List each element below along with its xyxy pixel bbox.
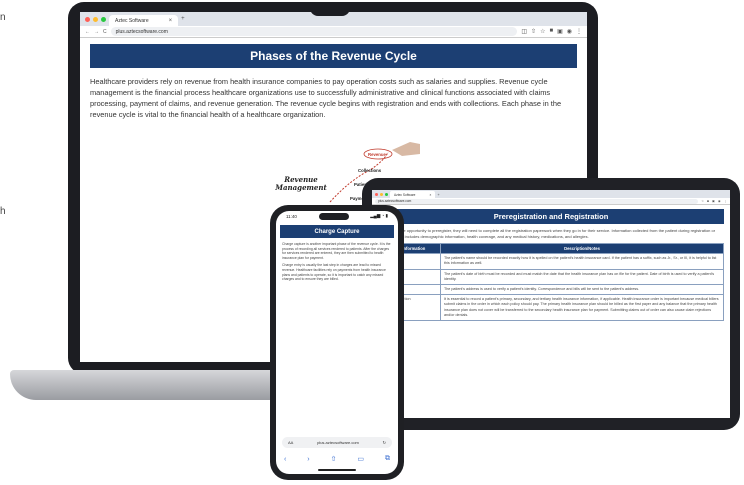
diagram-step: Revenue xyxy=(368,152,386,157)
window-close-dot[interactable] xyxy=(85,16,90,22)
page-paragraph: Charge entry is usually the last step in… xyxy=(282,263,386,282)
new-tab-icon[interactable]: + xyxy=(437,192,439,197)
forward-icon[interactable]: → xyxy=(94,29,99,35)
registration-info-table: ient Information Description/Notes The p… xyxy=(378,243,724,322)
profile-avatar-icon[interactable]: ◉ xyxy=(567,28,572,35)
reload-icon[interactable]: C xyxy=(103,29,107,35)
extension-icon[interactable]: ■ xyxy=(707,199,709,203)
close-icon[interactable]: × xyxy=(169,18,173,24)
table-row: The patient's address is used to verify … xyxy=(378,283,724,296)
phone-screen: 11:40 ▂▄▆ ◔ ▮ Charge Capture Charge capt… xyxy=(276,211,398,474)
table-cell-description: The patient's name should be recorded ex… xyxy=(440,253,724,270)
window-zoom-dot[interactable] xyxy=(101,16,106,22)
page-title: Charge Capture xyxy=(280,225,394,238)
menu-kebab-icon[interactable]: ⋮ xyxy=(576,28,582,35)
device-mockup-scene: n h Aztec Software × + ← → C plus.aztecs… xyxy=(0,0,744,485)
page-title: Preregistration and Registration xyxy=(378,209,724,224)
edge-text-fragment: h xyxy=(0,206,6,217)
browser-tab[interactable]: Aztec Software × xyxy=(390,191,436,198)
browser-tab-bar: Aztec Software × + xyxy=(372,190,730,198)
table-row: irth The patient's date of birth must be… xyxy=(378,268,724,286)
status-indicators-icon: ▂▄▆ ◔ ▮ xyxy=(370,213,388,218)
reader-mode-icon[interactable]: AA xyxy=(288,440,293,445)
share-icon[interactable]: ⇧ xyxy=(331,455,337,463)
forward-icon[interactable]: › xyxy=(307,456,309,463)
screen-icon[interactable]: ◫ xyxy=(521,28,527,35)
page-intro-paragraph: do not have the opportunity to preregist… xyxy=(378,228,716,239)
page-paragraph: Charge capture is another important phas… xyxy=(282,242,391,260)
window-minimize-dot[interactable] xyxy=(380,192,383,196)
diagram-title: Revenue Management xyxy=(275,175,327,192)
mobile-url-bar[interactable]: AA plus.aztecsoftware.com ↻ xyxy=(282,437,392,448)
browser-address-bar: plus.aztecsoftware.com ☆ ■ ▣ ◉ ⋮ xyxy=(372,198,730,205)
new-tab-icon[interactable]: + xyxy=(181,16,185,22)
table-row: The patient's name should be recorded ex… xyxy=(378,253,724,270)
mobile-browser-toolbar: ‹ › ⇧ ▭ ⧉ xyxy=(284,454,390,464)
table-cell-description: The patient's address is used to verify … xyxy=(440,283,724,296)
home-indicator xyxy=(318,469,356,471)
table-row: surance Plan tion It is essential to rec… xyxy=(378,294,724,322)
extension-icon[interactable]: ■ xyxy=(549,28,553,35)
url-input[interactable]: plus.aztecsoftware.com xyxy=(375,198,699,204)
table-cell-description: The patient's date of birth must be reco… xyxy=(440,268,724,286)
url-text: plus.aztecsoftware.com xyxy=(317,440,359,445)
url-text: plus.aztecsoftware.com xyxy=(115,28,168,35)
laptop-camera-notch xyxy=(310,2,350,16)
url-text: plus.aztecsoftware.com xyxy=(378,199,412,203)
share-icon[interactable]: ⇧ xyxy=(531,28,536,35)
browser-tab-title: Aztec Software xyxy=(394,192,416,197)
reload-icon[interactable]: ↻ xyxy=(383,440,386,445)
page-content: Charge capture is another important phas… xyxy=(282,242,392,282)
table-header-cell: Description/Notes xyxy=(440,243,724,255)
page-title: Phases of the Revenue Cycle xyxy=(90,44,577,68)
table-cell-description: It is essential to record a patient's pr… xyxy=(440,294,724,322)
phone-status-bar: 11:40 ▂▄▆ ◔ ▮ xyxy=(276,211,398,221)
tablet-screen: Aztec Software × + plus.aztecsoftware.co… xyxy=(372,190,730,418)
window-minimize-dot[interactable] xyxy=(93,16,98,22)
url-input[interactable]: plus.aztecsoftware.com xyxy=(110,27,518,36)
window-zoom-dot[interactable] xyxy=(385,192,388,196)
close-icon[interactable]: × xyxy=(429,193,431,197)
window-close-dot[interactable] xyxy=(375,192,378,196)
bookmark-star-icon[interactable]: ☆ xyxy=(540,28,545,35)
menu-kebab-icon[interactable]: ⋮ xyxy=(724,199,727,203)
diagram-step: Collections xyxy=(358,168,382,173)
sidebar-icon[interactable]: ▣ xyxy=(557,28,563,35)
edge-text-fragment: n xyxy=(0,12,6,23)
status-time: 11:40 xyxy=(286,213,297,219)
back-icon[interactable]: ‹ xyxy=(284,456,286,463)
profile-avatar-icon[interactable]: ◉ xyxy=(718,199,721,203)
browser-tab-title: Aztec Software xyxy=(115,17,149,24)
tabs-icon[interactable]: ⧉ xyxy=(385,455,390,463)
dynamic-island xyxy=(318,212,349,220)
sidebar-icon[interactable]: ▣ xyxy=(712,199,715,203)
table-header-row: ient Information Description/Notes xyxy=(378,243,724,255)
bookmarks-icon[interactable]: ▭ xyxy=(357,455,364,463)
browser-toolbar-icons: ◫ ⇧ ☆ ■ ▣ ◉ ⋮ xyxy=(521,28,582,35)
page-intro-paragraph: Healthcare providers rely on revenue fro… xyxy=(90,77,562,119)
browser-tab[interactable]: Aztec Software × xyxy=(109,15,179,26)
back-icon[interactable]: ← xyxy=(85,29,90,35)
bookmark-star-icon[interactable]: ☆ xyxy=(701,199,704,203)
browser-address-bar: ← → C plus.aztecsoftware.com ◫ ⇧ ☆ ■ ▣ ◉… xyxy=(80,26,587,38)
